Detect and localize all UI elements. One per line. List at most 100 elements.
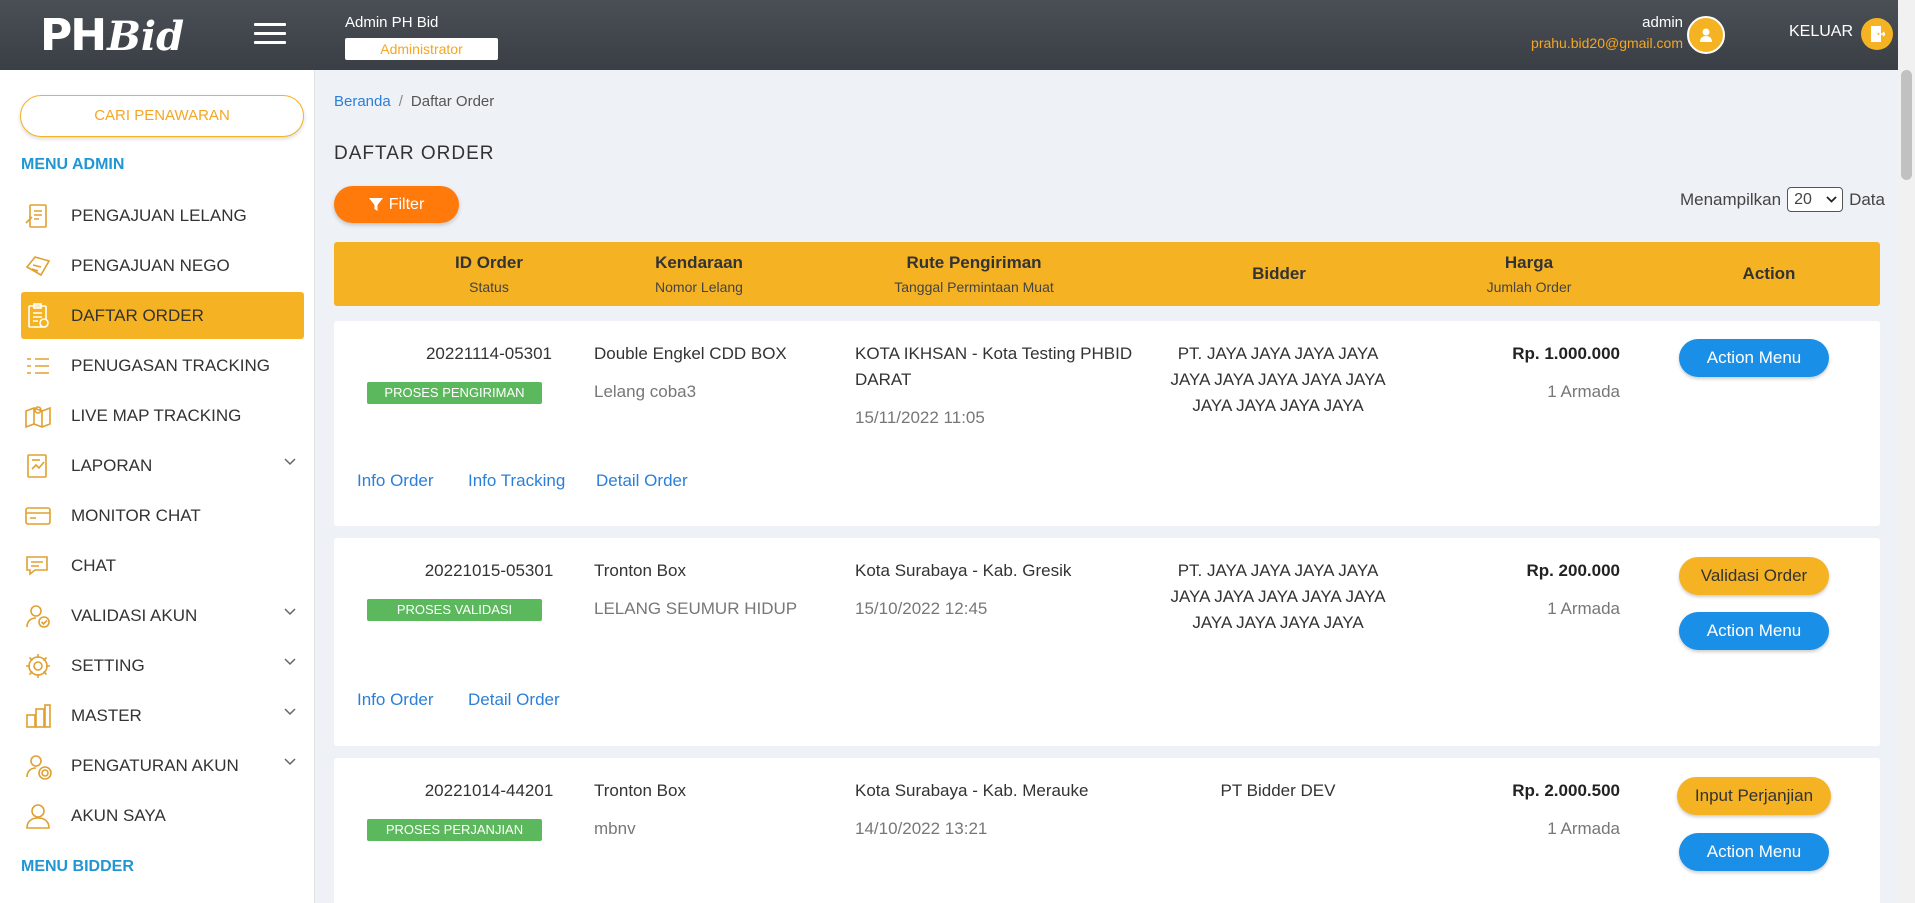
chat-icon bbox=[21, 549, 55, 583]
order-list-icon bbox=[21, 299, 55, 333]
order-id: 20221014-44201 bbox=[424, 781, 554, 800]
logo-bid: Bid bbox=[107, 13, 185, 60]
monitor-chat-icon bbox=[21, 499, 55, 533]
sidebar-item-validasi-akun[interactable]: VALIDASI AKUN bbox=[21, 592, 304, 639]
sidebar-item-label: PENGAJUAN NEGO bbox=[71, 255, 230, 275]
sidebar: CARI PENAWARAN MENU ADMIN PENGAJUAN LELA… bbox=[0, 70, 315, 903]
table-header: ID Order Status Kendaraan Nomor Lelang R… bbox=[334, 242, 1880, 306]
route-line-1: KOTA IKHSAN - Kota Testing PHBID bbox=[855, 344, 1133, 363]
role-badge: Administrator bbox=[345, 38, 498, 60]
sidebar-item-laporan[interactable]: LAPORAN bbox=[21, 442, 304, 489]
user-email: prahu.bid20@gmail.com bbox=[1531, 35, 1683, 51]
column-header-rute: Rute Pengiriman Tanggal Permintaan Muat bbox=[844, 242, 1104, 306]
action-menu-button[interactable]: Action Menu bbox=[1679, 339, 1829, 377]
bidder-line: PT. JAYA JAYA JAYA JAYA bbox=[1177, 344, 1379, 363]
status-badge: PROSES PERJANJIAN bbox=[367, 819, 542, 841]
order-id: 20221114-05301 bbox=[425, 344, 553, 363]
column-header-bidder: Bidder bbox=[1174, 242, 1384, 306]
route-line-2: DARAT bbox=[855, 370, 912, 389]
logout-door-icon[interactable] bbox=[1861, 18, 1893, 50]
column-title: Rute Pengiriman bbox=[906, 253, 1042, 272]
column-title: Bidder bbox=[1252, 264, 1306, 283]
avatar-icon[interactable] bbox=[1687, 16, 1725, 54]
chevron-down-icon bbox=[1826, 196, 1837, 203]
price: Rp. 1.000.000 bbox=[1512, 344, 1620, 363]
route-line-1: Kota Surabaya - Kab. Gresik bbox=[855, 561, 1072, 580]
sidebar-item-akun-saya[interactable]: AKUN SAYA bbox=[21, 792, 304, 839]
auction-number: LELANG SEUMUR HIDUP bbox=[594, 599, 798, 618]
account-settings-icon bbox=[21, 749, 55, 783]
sidebar-item-monitor-chat[interactable]: MONITOR CHAT bbox=[21, 492, 304, 539]
search-offer-button[interactable]: CARI PENAWARAN bbox=[20, 95, 304, 137]
action-menu-button[interactable]: Action Menu bbox=[1679, 612, 1829, 650]
page-size-value: 20 bbox=[1794, 190, 1812, 208]
column-title: Action bbox=[1742, 264, 1796, 283]
sidebar-item-chat[interactable]: CHAT bbox=[21, 542, 304, 589]
scrollbar-thumb[interactable] bbox=[1901, 70, 1912, 180]
sidebar-item-label: MONITOR CHAT bbox=[71, 505, 201, 525]
sidebar-item-pengaturan-akun[interactable]: PENGATURAN AKUN bbox=[21, 742, 304, 789]
auction-number: mbnv bbox=[594, 819, 636, 838]
sidebar-item-penugasan-tracking[interactable]: PENUGASAN TRACKING bbox=[21, 342, 304, 389]
breadcrumb-separator: / bbox=[398, 93, 403, 110]
info-order-link[interactable]: Info Order bbox=[357, 690, 434, 710]
filter-button[interactable]: Filter bbox=[334, 186, 459, 223]
bidder-name: PT. JAYA JAYA JAYA JAYA JAYA JAYA JAYA J… bbox=[1168, 558, 1388, 636]
sidebar-item-label: VALIDASI AKUN bbox=[71, 605, 198, 625]
column-title: ID Order bbox=[454, 253, 524, 272]
sidebar-item-setting[interactable]: SETTING bbox=[21, 642, 304, 689]
sidebar-item-label: PENGATURAN AKUN bbox=[71, 755, 239, 775]
sidebar-item-daftar-order[interactable]: DAFTAR ORDER bbox=[21, 292, 304, 339]
detail-order-link[interactable]: Detail Order bbox=[596, 471, 688, 491]
sidebar-item-pengajuan-nego[interactable]: PENGAJUAN NEGO bbox=[21, 242, 304, 289]
logout-button[interactable]: KELUAR bbox=[1789, 23, 1853, 41]
gear-icon bbox=[21, 649, 55, 683]
header: Admin PH Bid Administrator admin prahu.b… bbox=[315, 0, 1898, 70]
validate-order-button[interactable]: Validasi Order bbox=[1679, 557, 1829, 595]
action-menu-button[interactable]: Action Menu bbox=[1679, 833, 1829, 871]
app-logo[interactable]: PH Bid bbox=[40, 10, 185, 61]
sidebar-item-live-map-tracking[interactable]: LIVE MAP TRACKING bbox=[21, 392, 304, 439]
sidebar-item-label: LIVE MAP TRACKING bbox=[71, 405, 242, 425]
tracking-assignment-icon bbox=[21, 349, 55, 383]
auction-number: Lelang coba3 bbox=[594, 382, 697, 401]
chevron-down-icon bbox=[284, 608, 296, 616]
order-card: 20221114-05301 PROSES PENGIRIMAN Double … bbox=[334, 321, 1880, 526]
order-card: 20221015-05301 PROSES VALIDASI Tronton B… bbox=[334, 538, 1880, 746]
hamburger-menu-icon[interactable] bbox=[254, 23, 286, 45]
map-icon bbox=[21, 399, 55, 433]
sidebar-item-label: DAFTAR ORDER bbox=[71, 305, 204, 325]
bidder-line: PT. JAYA JAYA JAYA JAYA bbox=[1177, 561, 1379, 580]
show-prefix: Menampilkan bbox=[1679, 189, 1782, 209]
chevron-down-icon bbox=[284, 458, 296, 466]
user-icon bbox=[21, 799, 55, 833]
vehicle: Double Engkel CDD BOX bbox=[594, 344, 787, 363]
page-scrollbar[interactable] bbox=[1898, 0, 1915, 903]
vehicle: Tronton Box bbox=[594, 781, 686, 800]
sidebar-item-label: AKUN SAYA bbox=[71, 805, 166, 825]
breadcrumb-current: Daftar Order bbox=[410, 93, 495, 110]
master-data-icon bbox=[21, 699, 55, 733]
info-tracking-link[interactable]: Info Tracking bbox=[468, 471, 565, 491]
column-header-harga: Harga Jumlah Order bbox=[1434, 242, 1624, 306]
order-card: 20221014-44201 PROSES PERJANJIAN Tronton… bbox=[334, 758, 1880, 903]
auction-request-icon bbox=[21, 199, 55, 233]
sidebar-item-label: PENGAJUAN LELANG bbox=[71, 205, 247, 225]
chevron-down-icon bbox=[284, 708, 296, 716]
breadcrumb-home-link[interactable]: Beranda bbox=[334, 93, 391, 110]
bidder-name: PT. JAYA JAYA JAYA JAYA JAYA JAYA JAYA J… bbox=[1168, 341, 1388, 419]
page-size-select[interactable]: 20 bbox=[1787, 187, 1844, 212]
detail-order-link[interactable]: Detail Order bbox=[468, 690, 560, 710]
column-header-id-order: ID Order Status bbox=[394, 242, 584, 306]
column-header-kendaraan: Kendaraan Nomor Lelang bbox=[604, 242, 794, 306]
info-order-link[interactable]: Info Order bbox=[357, 471, 434, 491]
sidebar-item-pengajuan-lelang[interactable]: PENGAJUAN LELANG bbox=[21, 192, 304, 239]
load-date: 15/10/2022 12:45 bbox=[855, 599, 988, 618]
sidebar-item-master[interactable]: MASTER bbox=[21, 692, 304, 739]
brand-area: PH Bid bbox=[0, 0, 315, 70]
user-name: admin bbox=[1642, 14, 1683, 31]
price: Rp. 200.000 bbox=[1526, 561, 1620, 580]
column-subtitle: Tanggal Permintaan Muat bbox=[894, 279, 1054, 295]
sidebar-item-label: LAPORAN bbox=[71, 455, 153, 475]
input-agreement-button[interactable]: Input Perjanjian bbox=[1677, 777, 1831, 815]
